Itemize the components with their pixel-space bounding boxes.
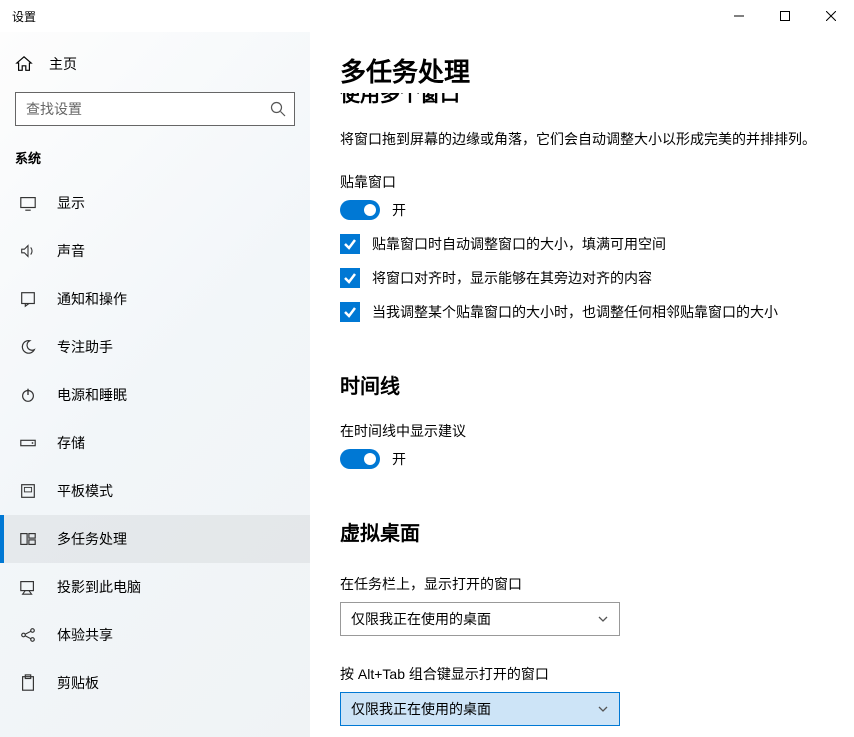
checkbox-label: 当我调整某个贴靠窗口的大小时，也调整任何相邻贴靠窗口的大小 xyxy=(372,302,778,322)
home-label: 主页 xyxy=(49,54,77,74)
sidebar-item-tablet[interactable]: 平板模式 xyxy=(0,467,310,515)
vd-taskbar-dropdown[interactable]: 仅限我正在使用的桌面 xyxy=(340,602,620,636)
vd-alttab-label: 按 Alt+Tab 组合键显示打开的窗口 xyxy=(340,664,824,684)
toggle-state-text: 开 xyxy=(392,449,406,469)
checkmark-icon xyxy=(343,271,357,285)
home-icon xyxy=(15,55,33,73)
content-area[interactable]: 多任务处理 使用多个窗口 将窗口拖到屏幕的边缘或角落，它们会自动调整大小以形成完… xyxy=(310,32,854,737)
timeline-toggle[interactable] xyxy=(340,449,380,469)
sidebar-item-focus[interactable]: 专注助手 xyxy=(0,323,310,371)
titlebar: 设置 xyxy=(0,0,854,32)
vd-alttab-dropdown[interactable]: 仅限我正在使用的桌面 xyxy=(340,692,620,726)
sidebar-item-clipboard[interactable]: 剪贴板 xyxy=(0,659,310,707)
display-icon xyxy=(19,194,37,212)
sidebar-item-label: 通知和操作 xyxy=(57,289,127,309)
project-icon xyxy=(19,578,37,596)
sidebar-item-label: 剪贴板 xyxy=(57,673,99,693)
dropdown-selected: 仅限我正在使用的桌面 xyxy=(351,609,491,629)
maximize-button[interactable] xyxy=(762,0,808,32)
sidebar-item-multitasking[interactable]: 多任务处理 xyxy=(0,515,310,563)
search-icon xyxy=(270,101,286,117)
window-controls xyxy=(716,0,854,32)
sidebar-item-label: 电源和睡眠 xyxy=(57,385,127,405)
sidebar-item-label: 声音 xyxy=(57,241,85,261)
sidebar-item-sound[interactable]: 声音 xyxy=(0,227,310,275)
sidebar-item-label: 专注助手 xyxy=(57,337,113,357)
minimize-icon xyxy=(734,11,744,21)
timeline-label: 在时间线中显示建议 xyxy=(340,421,824,441)
window-title: 设置 xyxy=(12,8,36,25)
checkmark-icon xyxy=(343,237,357,251)
tablet-icon xyxy=(19,482,37,500)
checkmark-icon xyxy=(343,305,357,319)
virtual-desktop-title: 虚拟桌面 xyxy=(340,517,824,546)
vd-taskbar-label: 在任务栏上，显示打开的窗口 xyxy=(340,574,824,594)
snap-description: 将窗口拖到屏幕的边缘或角落，它们会自动调整大小以形成完美的并排排列。 xyxy=(340,129,824,150)
close-icon xyxy=(826,11,836,21)
moon-icon xyxy=(19,338,37,356)
search-box[interactable] xyxy=(15,92,295,126)
sidebar-item-label: 显示 xyxy=(57,193,85,213)
sound-icon xyxy=(19,242,37,260)
partial-section-heading: 使用多个窗口 xyxy=(340,93,824,105)
dropdown-selected: 仅限我正在使用的桌面 xyxy=(351,699,491,719)
checkbox-label: 贴靠窗口时自动调整窗口的大小，填满可用空间 xyxy=(372,234,666,254)
clipboard-icon xyxy=(19,674,37,692)
chevron-down-icon xyxy=(597,703,609,715)
sidebar: 主页 系统 显示 声音 通知和操作 专注助手 电源和睡眠 xyxy=(0,32,310,737)
checkbox-resize-adjacent[interactable] xyxy=(340,302,360,322)
sidebar-item-display[interactable]: 显示 xyxy=(0,179,310,227)
share-icon xyxy=(19,626,37,644)
sidebar-item-notifications[interactable]: 通知和操作 xyxy=(0,275,310,323)
sidebar-item-label: 平板模式 xyxy=(57,481,113,501)
sidebar-item-label: 存储 xyxy=(57,433,85,453)
notification-icon xyxy=(19,290,37,308)
sidebar-item-projecting[interactable]: 投影到此电脑 xyxy=(0,563,310,611)
minimize-button[interactable] xyxy=(716,0,762,32)
snap-window-label: 贴靠窗口 xyxy=(340,172,824,192)
home-button[interactable]: 主页 xyxy=(0,42,310,92)
storage-icon xyxy=(19,434,37,452)
search-input[interactable] xyxy=(26,101,270,117)
power-icon xyxy=(19,386,37,404)
sidebar-item-label: 投影到此电脑 xyxy=(57,577,141,597)
toggle-state-text: 开 xyxy=(392,200,406,220)
sidebar-item-power[interactable]: 电源和睡眠 xyxy=(0,371,310,419)
sidebar-item-shared[interactable]: 体验共享 xyxy=(0,611,310,659)
sidebar-item-storage[interactable]: 存储 xyxy=(0,419,310,467)
checkbox-auto-resize[interactable] xyxy=(340,234,360,254)
sidebar-item-label: 多任务处理 xyxy=(57,529,127,549)
chevron-down-icon xyxy=(597,613,609,625)
close-button[interactable] xyxy=(808,0,854,32)
maximize-icon xyxy=(780,11,790,21)
page-title: 多任务处理 xyxy=(340,52,824,89)
sidebar-item-label: 体验共享 xyxy=(57,625,113,645)
checkbox-show-adjacent[interactable] xyxy=(340,268,360,288)
timeline-title: 时间线 xyxy=(340,370,824,399)
snap-toggle[interactable] xyxy=(340,200,380,220)
multitasking-icon xyxy=(19,530,37,548)
category-header: 系统 xyxy=(0,148,310,179)
checkbox-label: 将窗口对齐时，显示能够在其旁边对齐的内容 xyxy=(372,268,652,288)
